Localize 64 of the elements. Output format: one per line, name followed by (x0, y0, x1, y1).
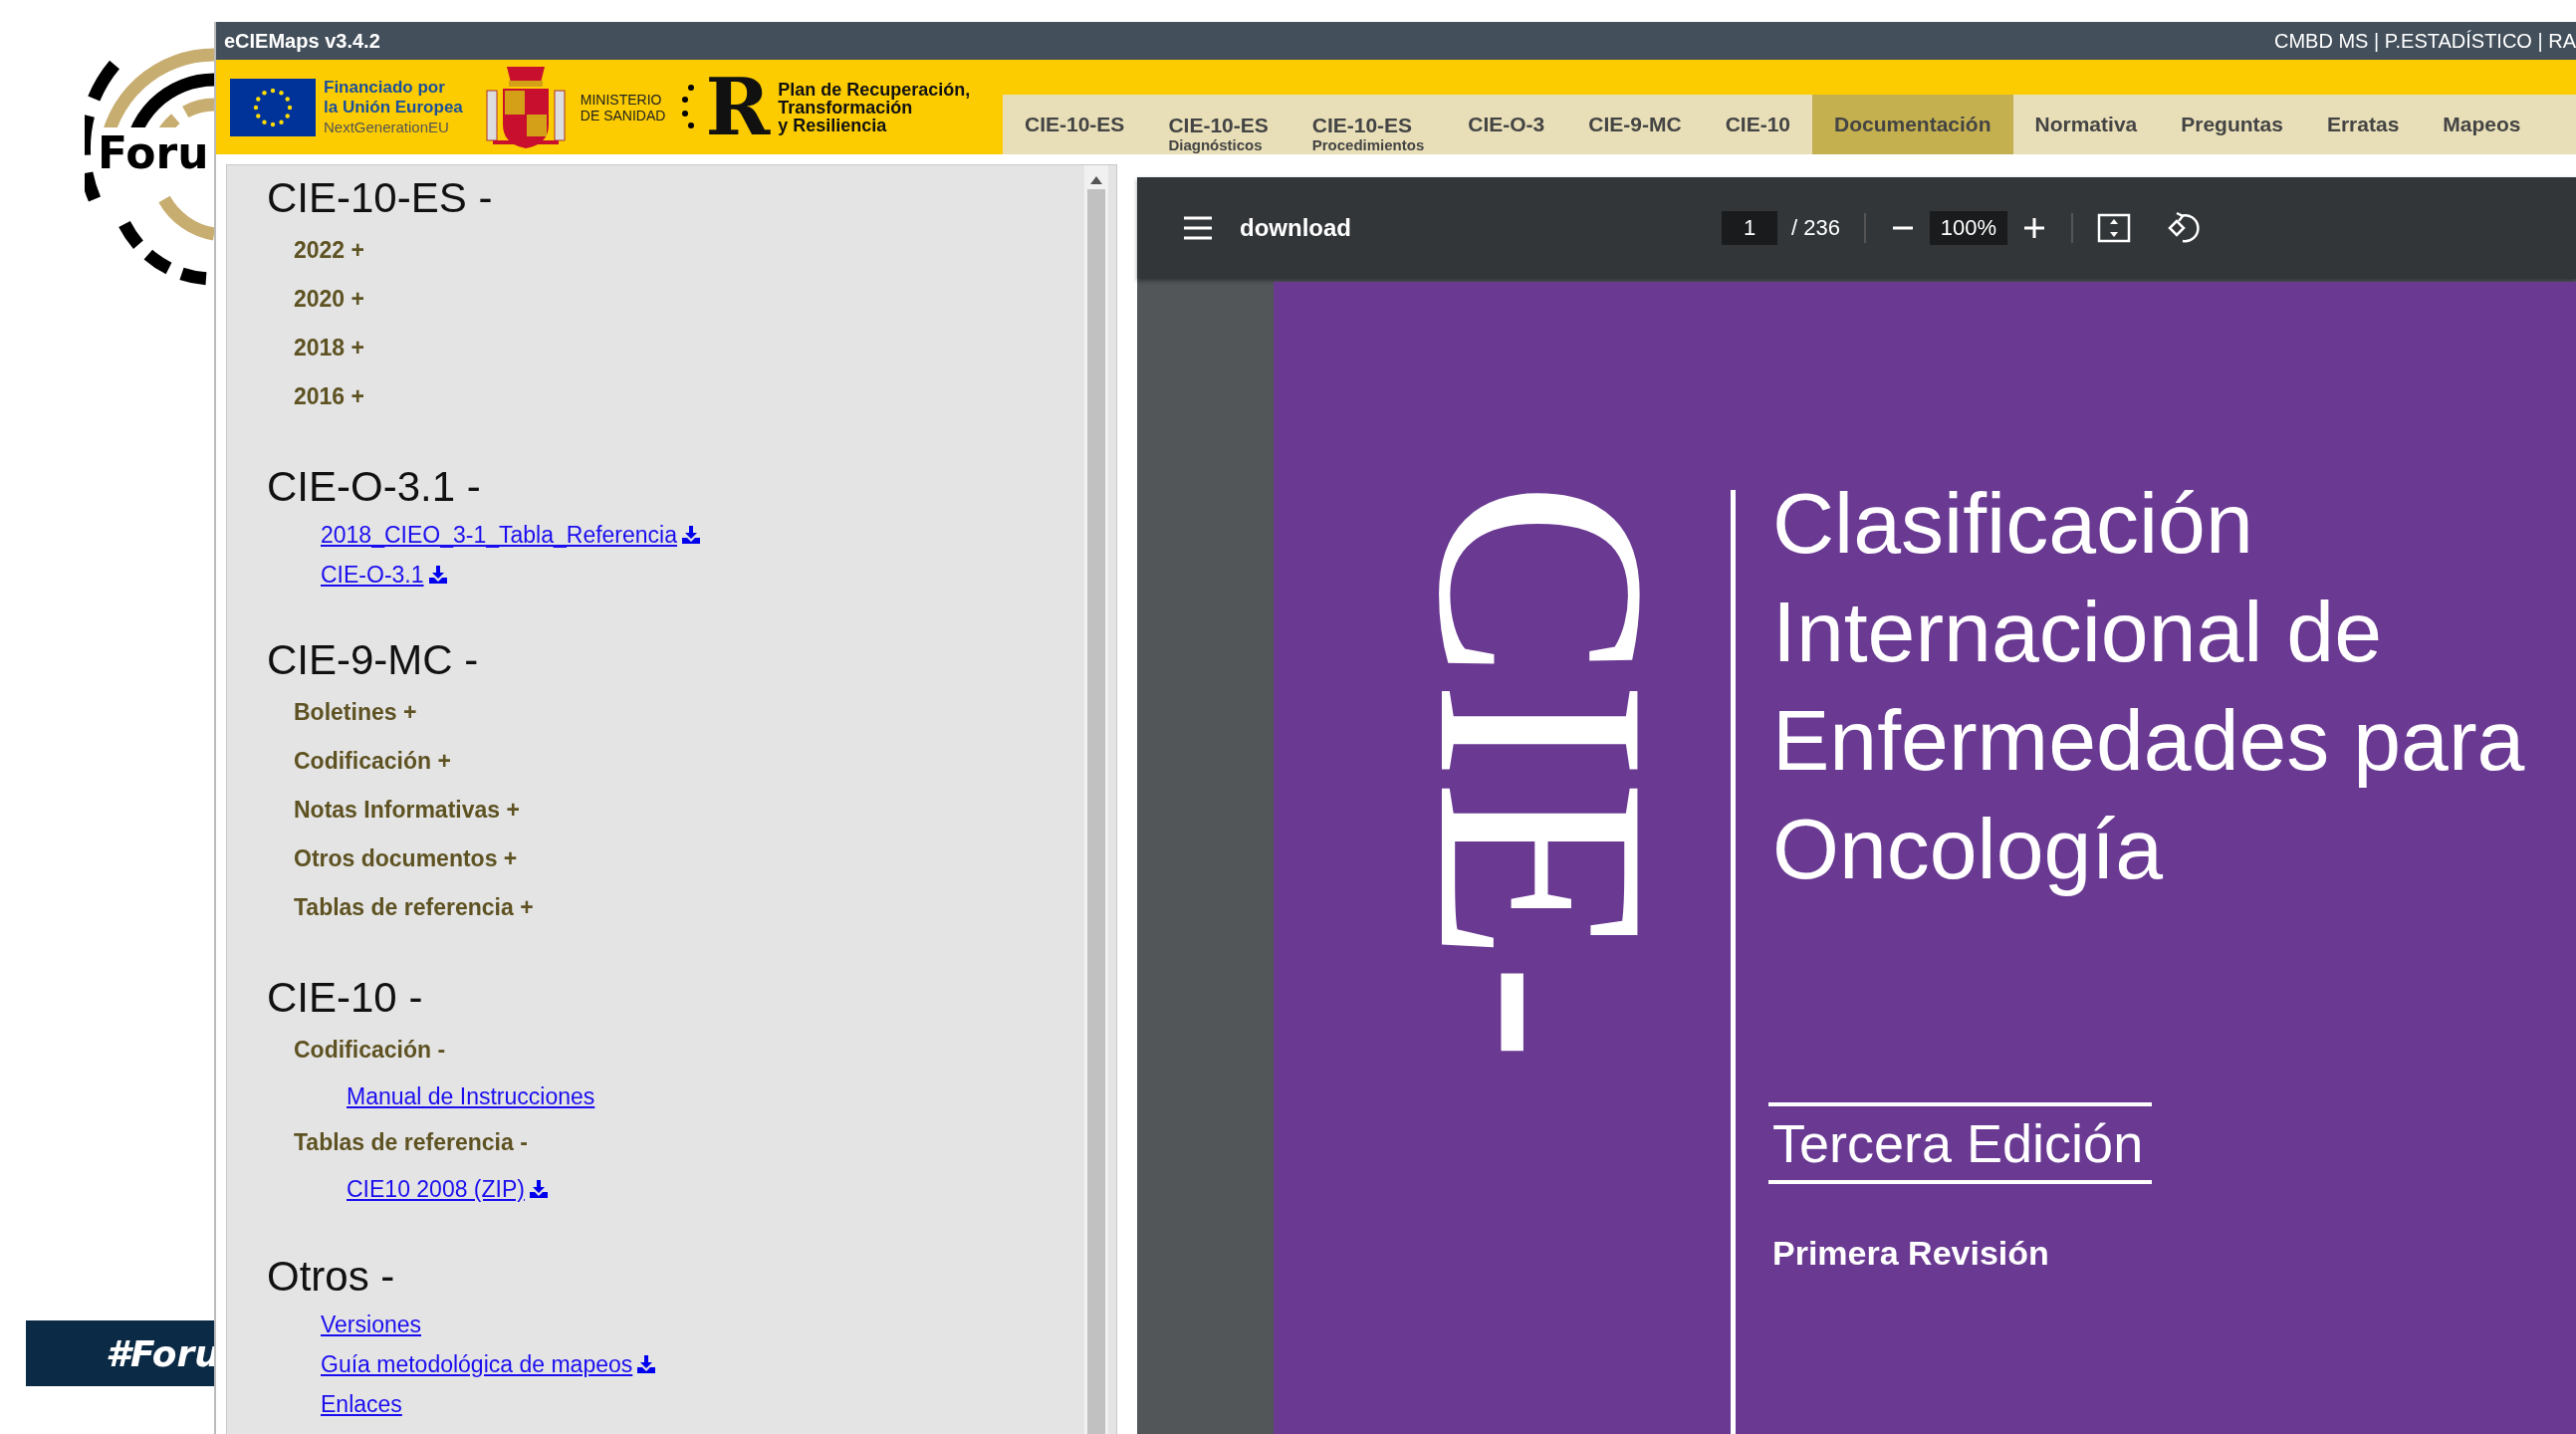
tree-group-label[interactable]: 2018 + (294, 324, 364, 372)
nav-tab[interactable]: Normativa (2012, 95, 2160, 154)
plan-text: Plan de Recuperación, (778, 80, 971, 99)
program-text: NextGenerationEU (324, 117, 450, 137)
edition-text: Tercera Edición (1772, 1112, 2144, 1175)
tree-group-label[interactable]: Tablas de referencia + (294, 883, 534, 932)
tree-group-label[interactable]: 2022 + (294, 226, 364, 275)
page-number-field[interactable]: 1 (1722, 211, 1777, 245)
document-link[interactable]: CIE-O-3.1 (321, 561, 424, 589)
plan-text: Transformación (778, 98, 913, 117)
tree-group-label[interactable]: Codificación - (294, 1026, 446, 1075)
funding-text: Financiado por (324, 77, 446, 98)
fit-page-icon[interactable] (2096, 213, 2131, 243)
document-link[interactable]: Enlaces (321, 1390, 402, 1418)
nav-tab[interactable]: CIE-10 (1703, 95, 1812, 154)
tree-group-label[interactable]: Otros documentos + (294, 835, 518, 883)
tree-group-label[interactable]: 2020 + (294, 275, 364, 324)
download-icon[interactable] (636, 1354, 657, 1374)
tree-group-label[interactable]: Codificación + (294, 737, 451, 786)
section-heading[interactable]: CIE-10-ES - (267, 170, 493, 226)
section-heading[interactable]: CIE-9-MC - (267, 632, 479, 688)
nav-tab[interactable]: CIE-9-MC (1566, 95, 1704, 154)
eu-flag-icon (230, 78, 316, 136)
file-name: download (1240, 214, 1351, 242)
document-link[interactable]: CIE10 2008 (ZIP) (347, 1175, 525, 1203)
scrollbar-thumb[interactable] (1087, 189, 1105, 1434)
nav-tab[interactable]: Mapeos (2421, 95, 2543, 154)
nav-tab[interactable]: Erratas (2304, 95, 2422, 154)
nav-tab[interactable]: CIE-10-ES Diagnósticos (1146, 95, 1290, 154)
funding-text: la Unión Europea (324, 97, 463, 118)
nav-tab[interactable]: CIE-10-ES (1003, 95, 1147, 154)
ministry-text: MINISTERIO (580, 91, 663, 108)
nav-tab[interactable]: Documentación (1812, 95, 2013, 154)
rotate-icon[interactable] (2166, 211, 2201, 245)
revision-text: Primera Revisión (1772, 1233, 2049, 1274)
tree-group-label[interactable]: 2016 + (294, 372, 364, 421)
document-title: Clasificación Internacional de Enfermedades para Oncología (1772, 474, 2525, 898)
nav-tab[interactable]: Preguntas (2159, 95, 2305, 154)
tree-group-label[interactable]: Notas Informativas + (294, 786, 520, 835)
section-heading[interactable]: CIE-10 - (267, 970, 423, 1026)
zoom-field[interactable]: 100% (1929, 211, 2007, 245)
document-link[interactable]: Versiones (321, 1311, 421, 1338)
tree-group-label[interactable]: Tablas de referencia - (294, 1118, 528, 1167)
top-links[interactable]: CMBD MS | P.ESTADÍSTICO | RA (2273, 29, 2576, 53)
download-icon[interactable] (681, 525, 702, 545)
plan-logo-mark: R (705, 72, 771, 142)
document-link[interactable]: 2018_CIEO_3-1_Tabla_Referencia (321, 521, 678, 549)
section-heading[interactable]: Otros - (267, 1249, 395, 1305)
ministry-text: DE SANIDAD (580, 107, 666, 123)
menu-icon[interactable] (1182, 215, 1214, 241)
download-icon[interactable] (427, 565, 448, 585)
document-link[interactable]: Manual de Instrucciones (347, 1082, 595, 1110)
nav-tab[interactable]: CIE-O-3 (1446, 95, 1567, 154)
tree-group-label[interactable]: Boletines + (294, 688, 417, 737)
vertical-title: CIE- (1423, 481, 1662, 1063)
nav-tab[interactable]: CIE-10-ES Procedimientos (1289, 95, 1447, 154)
download-icon[interactable] (528, 1179, 549, 1199)
scroll-up-icon[interactable] (1089, 175, 1103, 185)
scrollbar[interactable] (1084, 165, 1108, 1434)
app-title: eCIEMaps v3.4.2 (224, 29, 380, 53)
document-link[interactable]: Guía metodológica de mapeos (321, 1350, 633, 1378)
section-heading[interactable]: CIE-O-3.1 - (267, 459, 481, 515)
plan-text: y Resiliencia (778, 116, 888, 134)
page-total: / 236 (1791, 215, 1840, 241)
